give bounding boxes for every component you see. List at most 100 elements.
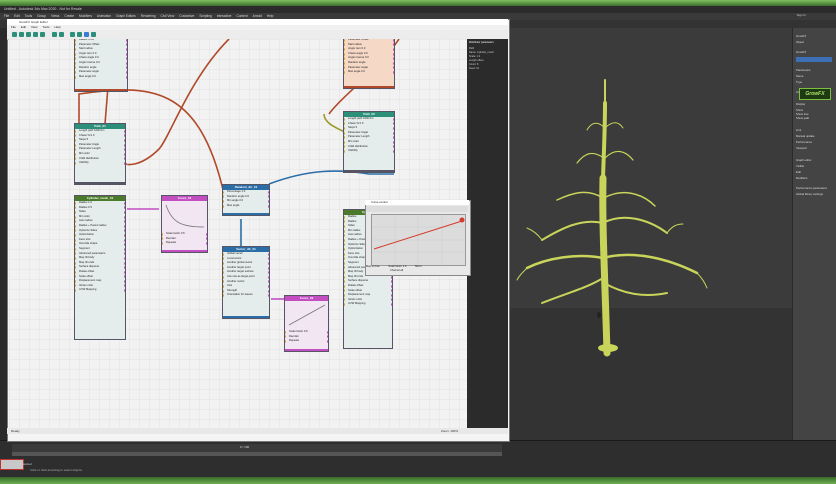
curve-plot-area[interactable]	[371, 214, 466, 266]
node-param-row[interactable]: Visibility	[75, 161, 125, 166]
command-panel-row[interactable]: Modifiers	[796, 176, 834, 180]
node-cylinder-mesh-01[interactable]: Cylinder_mesh_01 Radius 1.0 Radius 0.5 Sid…	[74, 195, 126, 340]
input-socket-icon[interactable]	[344, 270, 345, 274]
output-socket-icon[interactable]	[268, 275, 269, 279]
input-socket-icon[interactable]	[75, 284, 76, 288]
input-socket-icon[interactable]	[223, 252, 224, 256]
output-socket-icon[interactable]	[393, 47, 394, 51]
export-icon[interactable]	[40, 32, 45, 37]
output-socket-icon[interactable]	[206, 237, 207, 241]
object-type-button[interactable]	[796, 57, 832, 62]
output-socket-icon[interactable]	[124, 143, 125, 147]
node-param-row[interactable]: Repeats	[285, 339, 328, 344]
input-socket-icon[interactable]	[344, 39, 345, 42]
input-socket-icon[interactable]	[75, 148, 76, 152]
output-socket-icon[interactable]	[124, 238, 125, 242]
node-param-row[interactable]: Orientation for leaves	[223, 293, 269, 298]
input-socket-icon[interactable]	[344, 220, 345, 224]
input-socket-icon[interactable]	[223, 257, 224, 261]
output-socket-icon[interactable]	[268, 257, 269, 261]
command-panel-row[interactable]: Global library settings	[796, 192, 834, 196]
input-socket-icon[interactable]	[285, 335, 286, 339]
output-socket-icon[interactable]	[126, 47, 127, 51]
prop-row[interactable]: Seed: 10	[469, 67, 507, 71]
output-socket-icon[interactable]	[327, 335, 328, 339]
node-path-01[interactable]: Path_01 Length path 1000.0m Chaos % 0.0 St…	[74, 123, 126, 185]
command-panel-row[interactable]: Viewport	[796, 146, 834, 150]
input-socket-icon[interactable]	[223, 284, 224, 288]
input-socket-icon[interactable]	[162, 237, 163, 241]
input-socket-icon[interactable]	[75, 70, 76, 74]
output-socket-icon[interactable]	[124, 279, 125, 283]
output-socket-icon[interactable]	[268, 271, 269, 275]
new-icon[interactable]	[12, 32, 17, 37]
output-socket-icon[interactable]	[126, 57, 127, 61]
node-curve-02[interactable]: Curve_02 Scale factor 0.5 Reorder Repeats	[284, 295, 329, 352]
viewport-perspective[interactable]	[507, 28, 792, 458]
open-icon[interactable]	[19, 32, 24, 37]
command-panel-row[interactable]: Type	[796, 80, 834, 84]
input-socket-icon[interactable]	[344, 61, 345, 65]
output-socket-icon[interactable]	[206, 241, 207, 245]
output-socket-icon[interactable]	[124, 138, 125, 142]
input-socket-icon[interactable]	[75, 39, 76, 42]
input-socket-icon[interactable]	[344, 238, 345, 242]
input-socket-icon[interactable]	[75, 233, 76, 237]
time-slider[interactable]	[12, 444, 502, 452]
input-socket-icon[interactable]	[75, 143, 76, 147]
output-socket-icon[interactable]	[391, 303, 392, 307]
node-param-row[interactable]: Repeats	[162, 241, 207, 246]
input-socket-icon[interactable]	[75, 220, 76, 224]
input-socket-icon[interactable]	[344, 289, 345, 293]
input-socket-icon[interactable]	[285, 339, 286, 343]
output-socket-icon[interactable]	[124, 256, 125, 260]
input-socket-icon[interactable]	[344, 243, 345, 247]
input-socket-icon[interactable]	[344, 224, 345, 228]
input-socket-icon[interactable]	[344, 131, 345, 135]
input-socket-icon[interactable]	[344, 275, 345, 279]
output-socket-icon[interactable]	[268, 284, 269, 288]
input-socket-icon[interactable]	[344, 261, 345, 265]
input-socket-icon[interactable]	[75, 66, 76, 70]
settings-icon[interactable]	[91, 32, 96, 37]
input-socket-icon[interactable]	[75, 210, 76, 214]
node-random-dir-01[interactable]: Random_dir_01 Percentage 1.0 Random angle…	[222, 184, 270, 216]
output-socket-icon[interactable]	[124, 233, 125, 237]
output-socket-icon[interactable]	[124, 243, 125, 247]
output-socket-icon[interactable]	[393, 140, 394, 144]
output-socket-icon[interactable]	[124, 201, 125, 205]
output-socket-icon[interactable]	[268, 280, 269, 284]
command-panel-row[interactable]: Name	[796, 74, 834, 78]
output-socket-icon[interactable]	[124, 157, 125, 161]
input-socket-icon[interactable]	[344, 43, 345, 47]
input-socket-icon[interactable]	[75, 134, 76, 138]
output-socket-icon[interactable]	[268, 204, 269, 208]
undo-icon[interactable]	[52, 32, 57, 37]
output-socket-icon[interactable]	[124, 266, 125, 270]
node-path-02[interactable]: Path_02 Length path 1000.0m Chaos % 0.0 St…	[343, 111, 395, 173]
input-socket-icon[interactable]	[75, 138, 76, 142]
node-param-row[interactable]: Max angle 0.0	[344, 70, 394, 75]
input-socket-icon[interactable]	[344, 145, 345, 149]
input-socket-icon[interactable]	[223, 204, 224, 208]
command-panel-row[interactable]: Edit	[796, 170, 834, 174]
command-panel-row[interactable]: Object	[796, 40, 834, 44]
node-param-row[interactable]: Max angle	[223, 204, 269, 209]
output-socket-icon[interactable]	[393, 131, 394, 135]
output-socket-icon[interactable]	[126, 66, 127, 70]
input-socket-icon[interactable]	[75, 279, 76, 283]
output-socket-icon[interactable]	[126, 39, 127, 42]
output-socket-icon[interactable]	[124, 148, 125, 152]
save-as-icon[interactable]	[33, 32, 38, 37]
output-socket-icon[interactable]	[124, 247, 125, 251]
output-socket-icon[interactable]	[126, 43, 127, 47]
output-socket-icon[interactable]	[268, 199, 269, 203]
input-socket-icon[interactable]	[75, 75, 76, 79]
command-panel-row[interactable]: Performance parameters	[796, 186, 834, 190]
input-socket-icon[interactable]	[223, 280, 224, 284]
input-socket-icon[interactable]	[223, 271, 224, 275]
track-bar[interactable]	[12, 452, 502, 456]
input-socket-icon[interactable]	[344, 122, 345, 126]
input-socket-icon[interactable]	[75, 52, 76, 56]
input-socket-icon[interactable]	[223, 266, 224, 270]
